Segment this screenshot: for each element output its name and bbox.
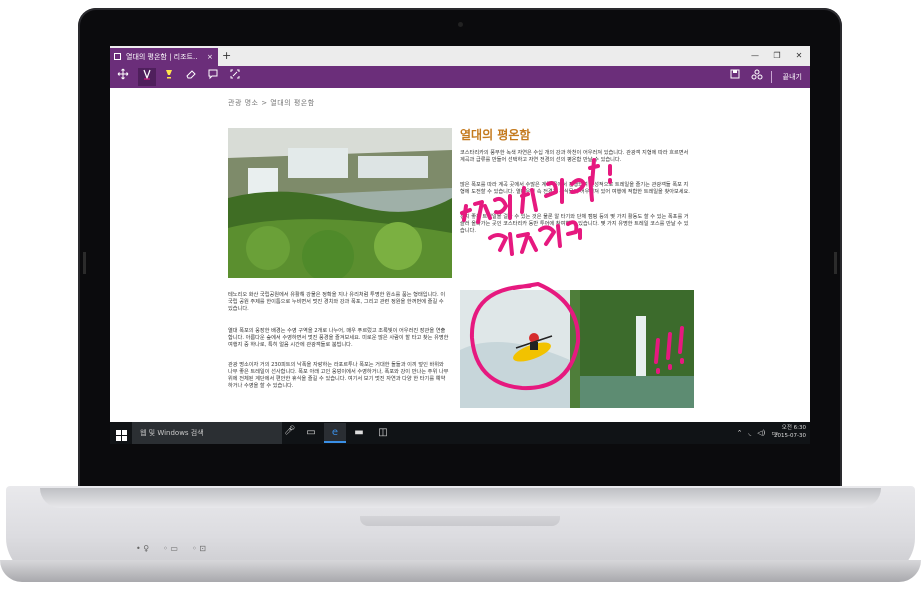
web-note-toolbar: 끝내기 bbox=[110, 66, 810, 88]
article-paragraph: 관광 명소이자 거의 230피트의 낙폭을 자랑하는 라포르투나 폭포는 거대한… bbox=[228, 362, 449, 389]
pan-icon[interactable] bbox=[114, 68, 132, 86]
pen-icon[interactable] bbox=[138, 68, 156, 86]
ink-stroke bbox=[488, 232, 514, 256]
comment-icon[interactable] bbox=[204, 68, 222, 86]
page-content: 관광 명소 > 열대의 평온함 열대의 평온함 코스타리카의 풍부한 녹색 자연… bbox=[110, 88, 810, 422]
keyboard-edge bbox=[40, 488, 881, 508]
laptop-front bbox=[0, 560, 921, 582]
article-paragraph: 코스타리카의 풍부한 녹색 자연은 수십 개의 강과 하천이 어우러져 있습니다… bbox=[460, 150, 689, 163]
chevron-up-icon[interactable]: ⌃ bbox=[737, 429, 743, 437]
clock-date: 2015-07-30 bbox=[774, 433, 806, 439]
save-icon[interactable] bbox=[726, 68, 744, 86]
clock-time: 오전 6:30 bbox=[781, 425, 806, 431]
lock-led-icon: ◦ ⊡ bbox=[191, 544, 206, 553]
taskbar-clock[interactable]: 오전 6:30 2015-07-30 bbox=[774, 424, 806, 440]
toolbar-divider bbox=[771, 71, 772, 83]
mic-icon[interactable]: 🎤︎ bbox=[284, 426, 295, 436]
browser-tab[interactable]: 열대의 평온함 | 리조트.. × bbox=[110, 48, 218, 66]
article-paragraph: 테노리오 화산 국립공원에서 유활해 강물은 정확을 지나 유리처럼 투명한 원… bbox=[228, 292, 446, 312]
minimize-button[interactable]: — bbox=[744, 46, 766, 66]
system-tray: ⌃ ◟ ◁) ▭ bbox=[737, 422, 778, 444]
network-icon[interactable]: ◟ bbox=[749, 429, 752, 437]
lid-hinge-right bbox=[834, 252, 837, 274]
tab-title: 열대의 평온함 | 리조트.. bbox=[126, 53, 198, 61]
exit-button[interactable]: 끝내기 bbox=[783, 66, 802, 88]
share-icon[interactable] bbox=[748, 68, 766, 86]
explorer-icon[interactable]: ▬ bbox=[348, 423, 370, 443]
highlighter-icon[interactable] bbox=[160, 68, 178, 86]
tab-bar: 열대의 평온함 | 리조트.. × + — ❐ ✕ bbox=[110, 46, 810, 66]
lid-hinge-left bbox=[83, 252, 86, 274]
start-icon[interactable] bbox=[116, 427, 128, 441]
article-title: 열대의 평온함 bbox=[460, 128, 531, 142]
power-led-icon: • ♀ bbox=[136, 544, 150, 553]
volume-icon[interactable]: ◁) bbox=[757, 429, 765, 437]
ink-stroke bbox=[516, 232, 538, 254]
new-tab-button[interactable]: + bbox=[222, 48, 231, 64]
battery-led-icon: ◦ ▭ bbox=[163, 544, 178, 553]
breadcrumb[interactable]: 관광 명소 > 열대의 평온함 bbox=[228, 98, 315, 108]
taskbar-search-input[interactable]: 웹 및 Windows 검색 bbox=[132, 422, 282, 444]
waterfall-photo bbox=[228, 128, 452, 278]
maximize-button[interactable]: ❐ bbox=[766, 46, 788, 66]
screen: 열대의 평온함 | 리조트.. × + — ❐ ✕ 끝내기 관광 명소 > 열대… bbox=[110, 46, 810, 444]
article-paragraph: 열대 폭포의 웅장한 배경는 수영 구역을 2개로 나누어, 매우 푸르렀고 조… bbox=[228, 328, 449, 348]
article-paragraph: 많은 폭포를 따라 계곡 곳에서 수많은 계곡 곳에서 진행되며 열성적으로 트… bbox=[460, 182, 690, 195]
taskbar: 웹 및 Windows 검색 🎤︎ ▭ e ▬ ◫ ⌃ ◟ ◁) ▭ 오전 6:… bbox=[110, 422, 810, 444]
close-window-button[interactable]: ✕ bbox=[788, 46, 810, 66]
webcam bbox=[458, 22, 463, 27]
edge-icon[interactable]: e bbox=[324, 423, 346, 443]
kayak-photo bbox=[460, 290, 694, 408]
task-view-icon[interactable]: ▭ bbox=[300, 423, 322, 443]
eraser-icon[interactable] bbox=[182, 68, 200, 86]
window-controls: — ❐ ✕ bbox=[744, 46, 810, 66]
tab-close-button[interactable]: × bbox=[207, 48, 213, 66]
article-paragraph: 경치 좋은 트레일을 걸을 수 있는 것은 물론 알 타기와 단체 캠핑 등의 … bbox=[460, 214, 689, 234]
note-page-icon bbox=[114, 53, 121, 60]
store-icon[interactable]: ◫ bbox=[372, 423, 394, 443]
clip-icon[interactable] bbox=[226, 68, 244, 86]
status-leds: • ♀ ◦ ▭ ◦ ⊡ bbox=[136, 544, 206, 553]
touchpad-lip bbox=[360, 516, 560, 526]
